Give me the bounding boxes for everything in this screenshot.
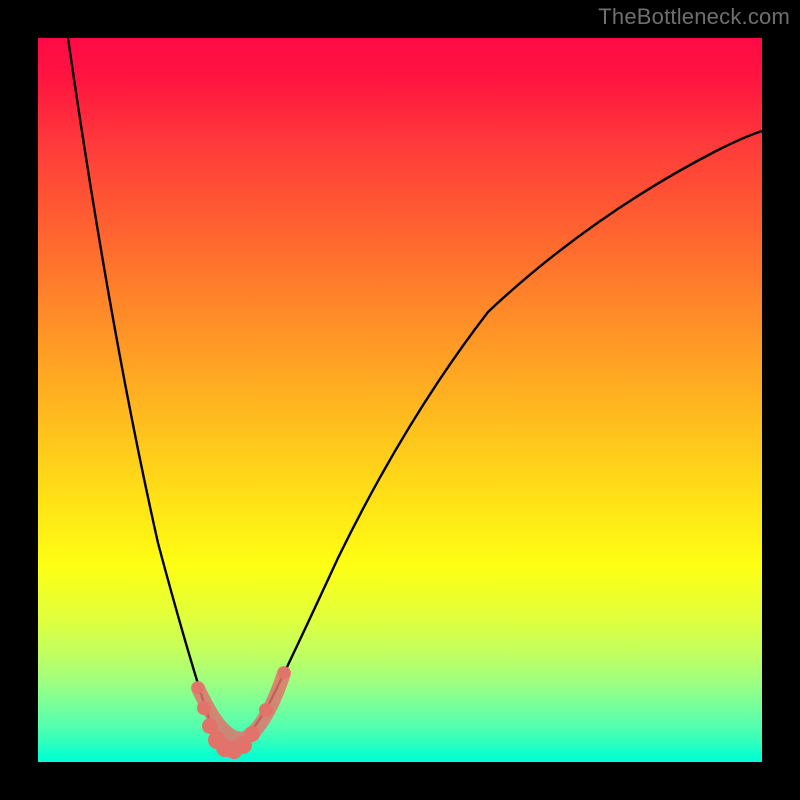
- curve-markers: [192, 667, 290, 759]
- watermark-text: TheBottleneck.com: [598, 4, 790, 30]
- bottleneck-curve: [68, 38, 762, 751]
- chart-plot-area: [38, 38, 762, 762]
- chart-frame: TheBottleneck.com: [0, 0, 800, 800]
- curve-svg: [38, 38, 762, 762]
